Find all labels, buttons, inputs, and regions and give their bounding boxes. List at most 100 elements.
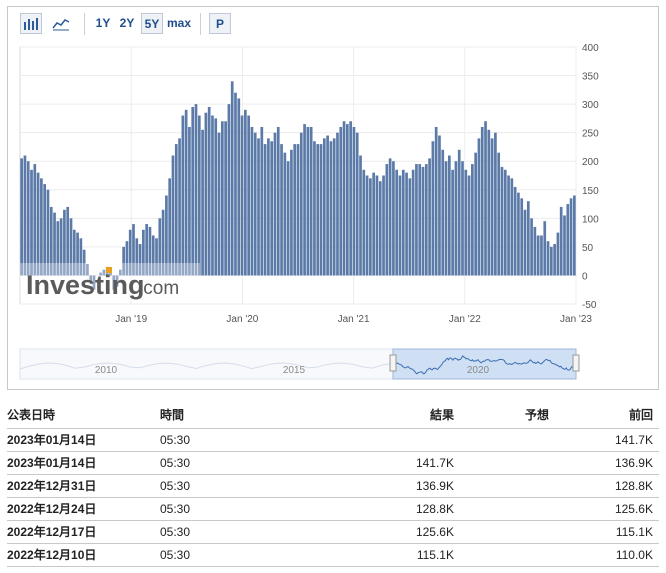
bar — [342, 121, 346, 276]
bar — [382, 175, 385, 276]
bar — [296, 144, 300, 276]
table-row: 2022年12月10日 05:30 115.1K 110.0K — [7, 544, 659, 567]
bar — [207, 106, 211, 276]
bar — [286, 161, 290, 276]
bar — [299, 132, 303, 276]
cell-previous: 125.6K — [614, 502, 653, 516]
bar — [434, 126, 438, 276]
bar — [290, 149, 293, 276]
bar — [569, 198, 573, 276]
bar — [220, 121, 224, 276]
chart-container: 1Y 2Y 5Y max P 400 350 300 250 200 150 100 50 0-… — [7, 6, 659, 390]
bar — [546, 241, 550, 276]
navigator-handle[interactable] — [572, 354, 580, 372]
bar — [444, 161, 448, 276]
bar — [171, 155, 175, 276]
cell-time: 05:30 — [160, 525, 191, 539]
bar — [316, 144, 320, 276]
bar — [513, 186, 517, 276]
y-tick-label: 200 — [582, 157, 599, 168]
cell-time: 05:30 — [160, 456, 191, 470]
y-tick-label: 350 — [582, 72, 599, 83]
bar — [454, 161, 458, 276]
bar — [326, 135, 329, 276]
bar — [507, 175, 510, 276]
bar — [536, 235, 540, 276]
y-tick-label: 250 — [582, 129, 599, 140]
x-tick-label: Jan '22 — [449, 314, 481, 325]
navigator-handle[interactable] — [389, 354, 397, 372]
x-tick-label: Jan '19 — [115, 314, 147, 325]
bar — [405, 172, 408, 276]
bar — [372, 172, 376, 276]
y-tick-label: 50 — [582, 243, 594, 254]
bar — [23, 155, 27, 276]
cell-previous: 115.1K — [615, 525, 653, 539]
bar — [441, 149, 445, 276]
table-row: 2022年12月31日 05:30 136.9K 128.8K — [7, 475, 659, 498]
bar — [313, 141, 316, 276]
header-actual: 結果 — [429, 408, 454, 422]
bar — [375, 175, 379, 276]
bar — [40, 178, 43, 276]
bar — [240, 115, 244, 276]
bar — [224, 121, 227, 276]
bar — [276, 126, 280, 276]
bar — [30, 169, 33, 276]
bar — [421, 166, 425, 276]
bar — [438, 135, 441, 276]
bar — [415, 164, 418, 276]
cell-previous: 141.7K — [614, 433, 653, 447]
bar — [520, 198, 524, 276]
bar — [309, 126, 313, 276]
bar — [510, 178, 514, 276]
bar — [339, 126, 343, 276]
bar — [464, 169, 468, 276]
bar — [230, 81, 234, 276]
bar — [194, 104, 198, 276]
cell-date: 2023年01月14日 — [7, 456, 97, 470]
bar — [244, 109, 247, 276]
bar — [237, 98, 241, 276]
bar — [250, 126, 254, 276]
investing-watermark: Investing .com — [20, 263, 200, 300]
bar — [181, 115, 185, 276]
cell-actual: 141.7K — [415, 456, 454, 470]
bar — [191, 106, 195, 276]
bar — [257, 138, 260, 276]
y-tick-label: 150 — [582, 186, 599, 197]
bar — [503, 169, 507, 276]
bar — [523, 209, 527, 276]
bar — [168, 178, 172, 276]
bar — [457, 149, 461, 276]
bar — [477, 138, 481, 276]
bar — [431, 141, 435, 276]
bar — [349, 121, 352, 276]
bar — [247, 115, 250, 276]
bar — [408, 178, 412, 276]
x-tick-label: Jan '23 — [560, 314, 592, 325]
bar — [214, 118, 218, 276]
cell-date: 2022年12月31日 — [7, 479, 97, 493]
bar — [178, 138, 181, 276]
bar — [346, 124, 349, 276]
header-time: 時間 — [160, 408, 185, 422]
bar — [517, 192, 520, 276]
bar — [270, 141, 274, 276]
bar — [559, 206, 563, 276]
bar — [471, 164, 474, 276]
y-tick-label: 100 — [582, 214, 599, 225]
bar — [378, 181, 382, 276]
bar — [46, 189, 50, 276]
bar — [263, 144, 267, 276]
x-tick-label: Jan '20 — [226, 314, 258, 325]
navigator-label: 2010 — [95, 365, 118, 376]
bar — [467, 175, 471, 276]
bar — [497, 152, 501, 276]
watermark-dot — [106, 267, 112, 273]
cell-date: 2022年12月24日 — [7, 502, 97, 516]
cell-actual: 115.1K — [416, 548, 454, 562]
bar — [484, 121, 487, 276]
navigator-label: 2015 — [283, 365, 306, 376]
cell-previous: 136.9K — [614, 456, 653, 470]
